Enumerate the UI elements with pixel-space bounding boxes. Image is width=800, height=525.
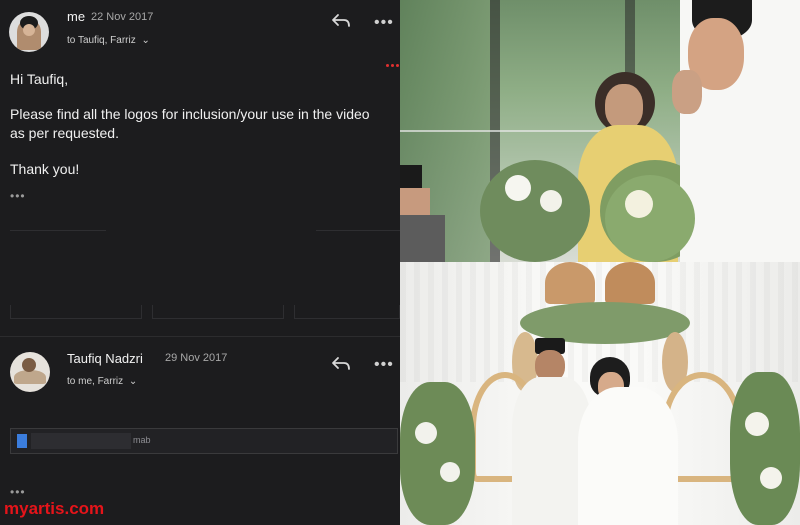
action-button-reply[interactable]	[10, 305, 142, 319]
file-icon	[17, 434, 27, 448]
wedding-photo-bottom	[400, 262, 800, 525]
attachment-chip[interactable]: mab	[10, 428, 398, 454]
recipients-toggle[interactable]: to Taufiq, Farriz ⌄	[67, 35, 150, 46]
reply-button[interactable]	[330, 355, 354, 375]
attachment-name: mab	[133, 435, 151, 445]
show-trimmed-button[interactable]: •••	[10, 485, 26, 499]
sender-name: me	[67, 9, 86, 24]
notification-dots	[386, 54, 399, 72]
watermark: myartis.com	[4, 499, 105, 518]
blurred-row-line	[316, 230, 400, 231]
message-body: Please find all the logos for inclusion/…	[10, 106, 370, 141]
recipients-label: to me, Farriz	[67, 376, 124, 387]
message-date: 22 Nov 2017	[91, 11, 154, 23]
wedding-photo-top	[400, 0, 800, 262]
chevron-down-icon: ⌄	[128, 376, 138, 387]
show-trimmed-button[interactable]: •••	[10, 189, 26, 203]
reply-icon	[332, 14, 350, 27]
chevron-down-icon: ⌄	[141, 35, 150, 46]
reply-icon	[332, 357, 350, 370]
action-button-reply-all[interactable]	[152, 305, 284, 319]
signoff-text: Thank you!	[10, 161, 80, 177]
redacted-filename	[31, 433, 131, 449]
more-button[interactable]: •••	[374, 14, 394, 32]
email-thread-panel: me 22 Nov 2017 to Taufiq, Farriz ⌄ ••• H…	[0, 0, 400, 525]
more-button[interactable]: •••	[374, 356, 394, 374]
recipients-label: to Taufiq, Farriz	[67, 35, 136, 46]
reply-button[interactable]	[330, 12, 354, 32]
blurred-row-line	[10, 230, 106, 231]
recipients-toggle[interactable]: to me, Farriz ⌄	[67, 376, 137, 387]
action-button-forward[interactable]	[294, 305, 400, 319]
message-divider	[0, 336, 400, 337]
sender-name: Taufiq Nadzri	[67, 351, 143, 366]
sender-avatar[interactable]	[9, 12, 49, 52]
greeting-text: Hi Taufiq,	[10, 71, 69, 87]
message-date: 29 Nov 2017	[165, 352, 228, 364]
sender-avatar[interactable]	[10, 352, 50, 392]
